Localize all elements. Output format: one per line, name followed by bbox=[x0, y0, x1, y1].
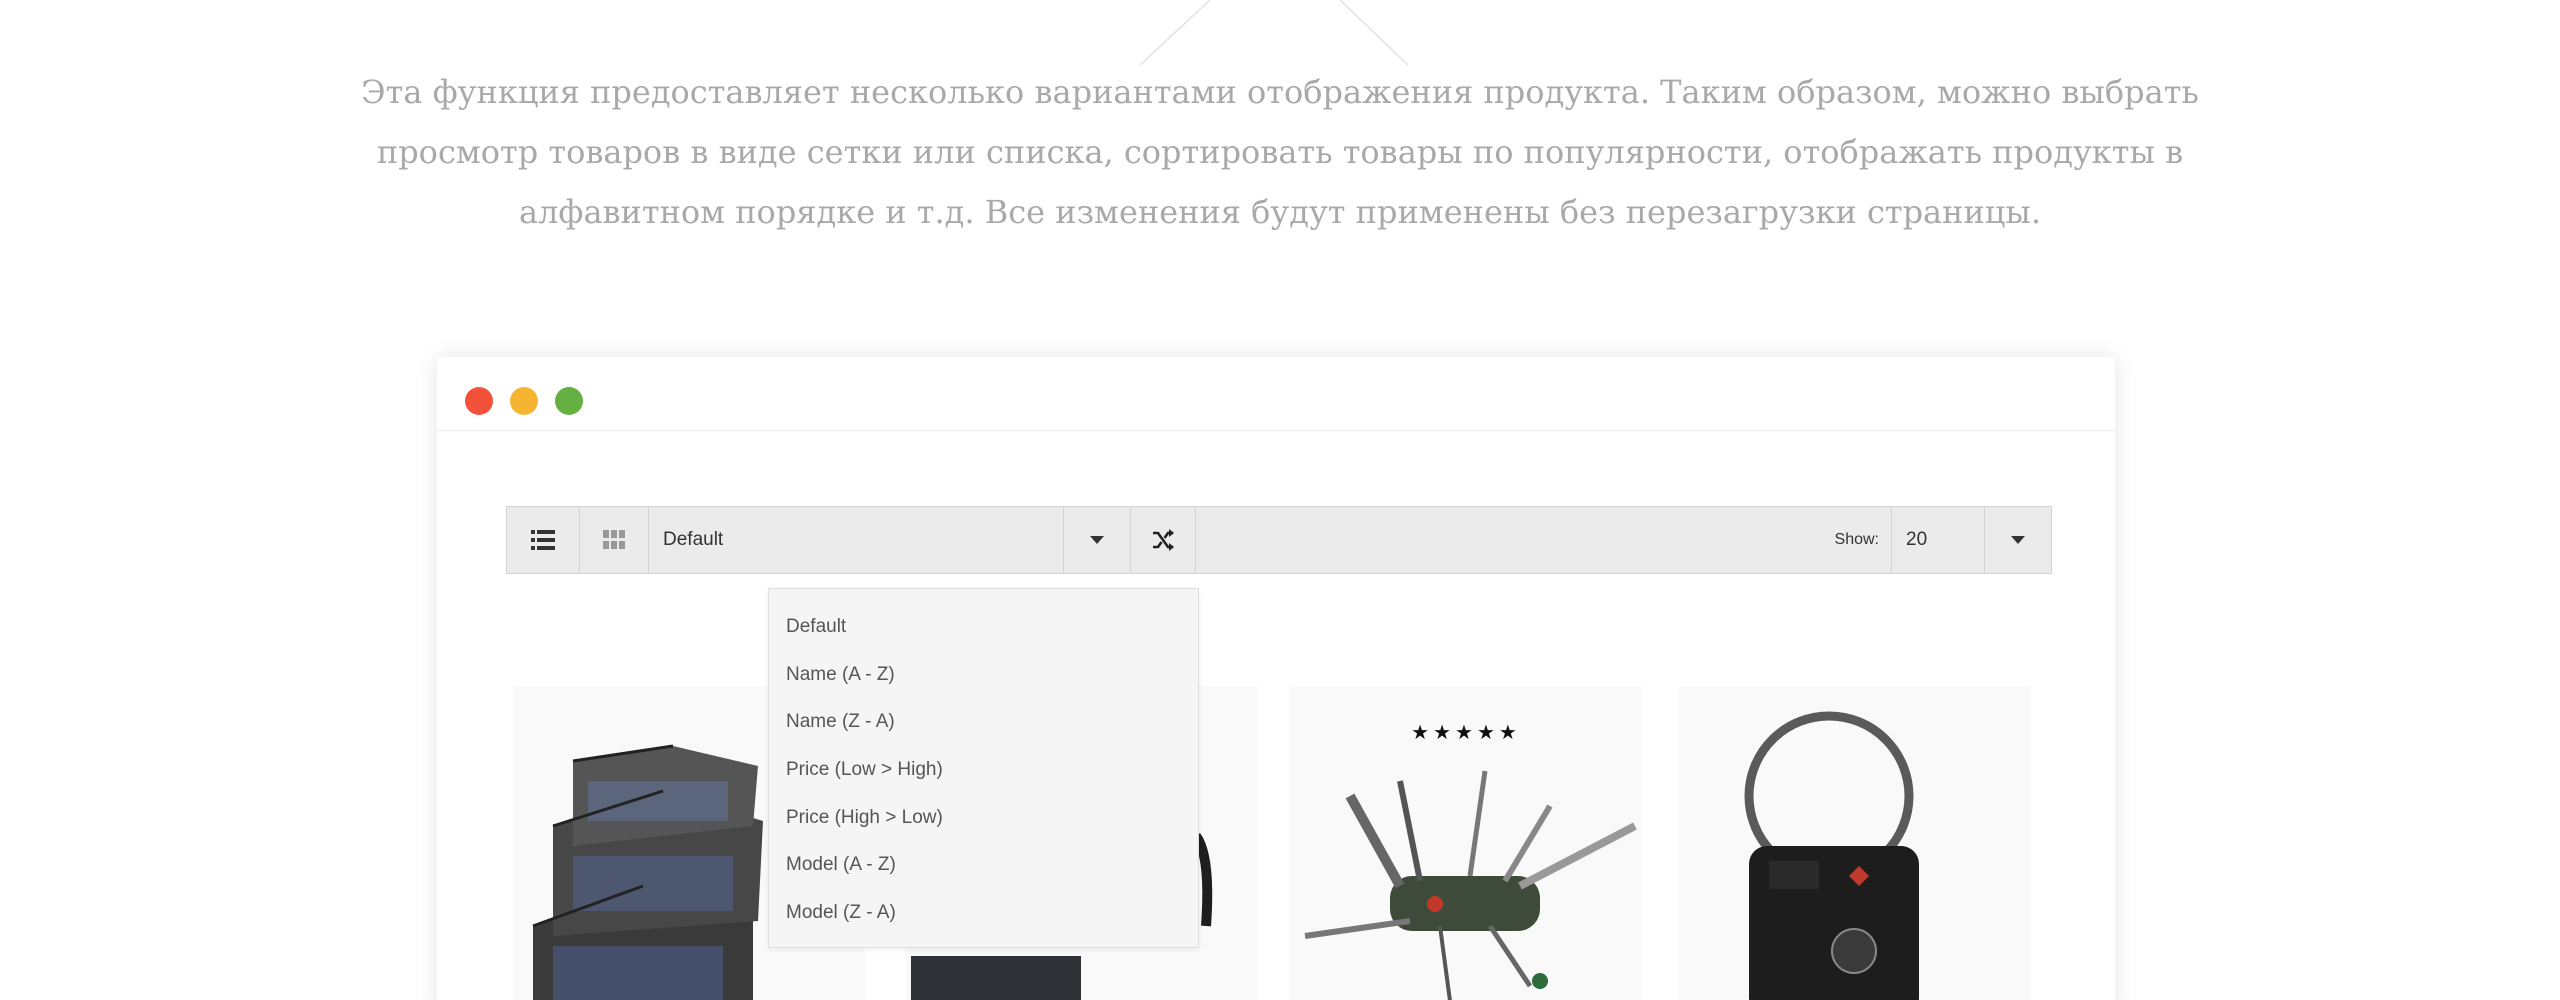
grid-view-button[interactable] bbox=[580, 507, 648, 573]
close-dot-icon bbox=[465, 387, 493, 415]
show-count-select[interactable]: 20 bbox=[1892, 507, 1984, 573]
sort-option-default[interactable]: Default bbox=[769, 613, 1198, 661]
product-image-multi-tool-knife bbox=[1304, 770, 1637, 1000]
show-count-value: 20 bbox=[1906, 529, 1928, 550]
list-icon bbox=[531, 530, 555, 550]
show-count-toggle[interactable] bbox=[1985, 507, 2051, 573]
description-line-1: Эта функция предоставляет несколько вари… bbox=[361, 73, 2199, 111]
list-view-button[interactable] bbox=[507, 507, 579, 573]
caret-down-icon bbox=[2011, 536, 2025, 544]
product-image-tsa-cable-lock bbox=[1744, 711, 1919, 1000]
show-label: Show: bbox=[1834, 531, 1879, 548]
sort-selected-value: Default bbox=[663, 529, 724, 550]
grid-icon bbox=[603, 530, 625, 549]
sort-option-model-asc[interactable]: Model (A - Z) bbox=[769, 851, 1198, 899]
feature-description: Эта функция предоставляет несколько вари… bbox=[330, 62, 2230, 242]
minimize-dot-icon bbox=[510, 387, 538, 415]
sort-option-name-asc[interactable]: Name (A - Z) bbox=[769, 661, 1198, 709]
product-card[interactable]: ★★★★★ bbox=[1290, 686, 1642, 1000]
sort-option-price-asc[interactable]: Price (Low > High) bbox=[769, 756, 1198, 804]
caret-down-icon bbox=[1090, 536, 1104, 544]
sort-select[interactable]: Default bbox=[649, 507, 1063, 573]
description-line-3: алфавитном порядке и т.д. Все изменения … bbox=[518, 193, 2041, 231]
shuffle-button[interactable] bbox=[1131, 507, 1195, 573]
show-label-cell: Show: bbox=[1815, 507, 1891, 573]
sort-option-model-desc[interactable]: Model (Z - A) bbox=[769, 899, 1198, 947]
product-toolbar: Default Show: 20 bbox=[506, 506, 2052, 574]
sort-option-price-desc[interactable]: Price (High > Low) bbox=[769, 804, 1198, 852]
maximize-dot-icon bbox=[555, 387, 583, 415]
window-title-bar bbox=[437, 357, 2115, 431]
description-line-2: просмотр товаров в виде сетки или списка… bbox=[376, 133, 2184, 171]
product-card[interactable] bbox=[1679, 686, 2031, 1000]
sort-option-name-desc[interactable]: Name (Z - A) bbox=[769, 708, 1198, 756]
shuffle-icon bbox=[1153, 529, 1174, 551]
sort-dropdown-toggle[interactable] bbox=[1064, 507, 1130, 573]
decorative-lines bbox=[1140, 0, 1409, 66]
sort-dropdown-menu: Default Name (A - Z) Name (Z - A) Price … bbox=[768, 588, 1199, 948]
